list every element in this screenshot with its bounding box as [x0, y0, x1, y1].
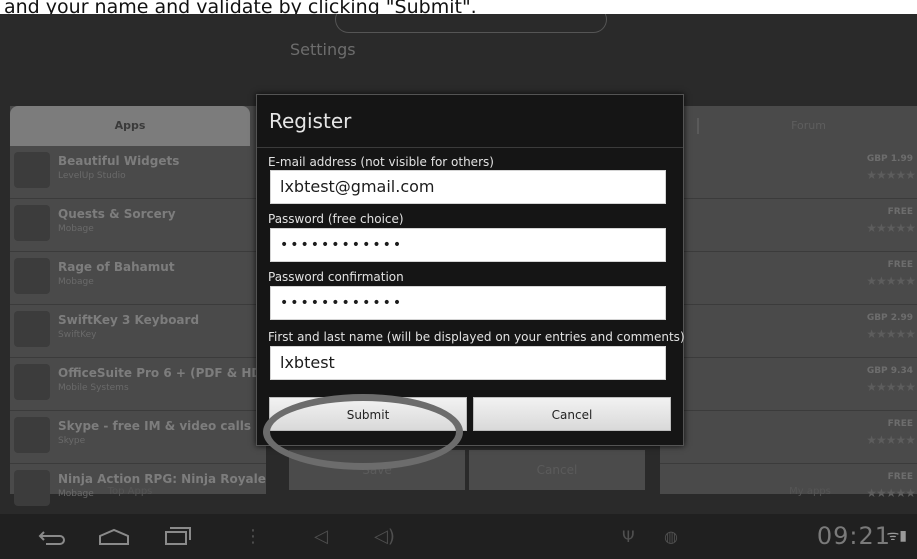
app-price: FREE [887, 419, 913, 429]
app-name: Skype - free IM & video calls [58, 419, 251, 433]
app-icon [14, 364, 50, 400]
price-row: GBP 9.34 ★★★★★ [660, 358, 917, 411]
app-name: Beautiful Widgets [58, 154, 180, 168]
clock: 09:21 [816, 522, 891, 550]
rating-stars-icon: ★★★★★ [866, 221, 916, 235]
app-price: FREE [887, 207, 913, 217]
app-name: SwiftKey 3 Keyboard [58, 313, 200, 327]
volume-up-icon[interactable]: ◁) [374, 514, 395, 559]
app-icon [14, 152, 50, 188]
rating-stars-icon: ★★★★★ [866, 486, 916, 500]
tab-divider [697, 118, 699, 134]
dialog-cancel-button[interactable]: Cancel [473, 397, 671, 431]
submit-button[interactable]: Submit [269, 397, 467, 431]
app-developer: SwiftKey [58, 330, 97, 340]
app-developer: Mobage [58, 224, 94, 234]
app-developer: Skype [58, 436, 86, 446]
rating-stars-icon: ★★★★★ [866, 274, 916, 288]
tab-my-apps[interactable]: My apps [760, 486, 860, 497]
app-price: GBP 2.99 [866, 313, 913, 323]
email-field[interactable]: lxbtest@gmail.com [270, 170, 666, 204]
password-label: Password (free choice) [268, 212, 404, 226]
app-price: FREE [887, 260, 913, 270]
android-icon: ◍ [664, 527, 678, 546]
rating-stars-icon: ★★★★★ [866, 433, 916, 447]
rating-stars-icon: ★★★★★ [866, 168, 916, 182]
price-list: GBP 1.99 ★★★★★ FREE ★★★★★ FREE ★★★★★ GBP… [660, 146, 917, 517]
tab-apps[interactable]: Apps [10, 106, 250, 146]
list-item[interactable]: OfficeSuite Pro 6 + (PDF & HD) Mobile Sy… [10, 358, 267, 411]
tab-forum[interactable]: Forum [700, 106, 917, 146]
password-confirm-label: Password confirmation [268, 270, 404, 284]
recent-apps-icon[interactable] [160, 514, 192, 559]
app-developer: Mobile Systems [58, 383, 129, 393]
app-name: Quests & Sorcery [58, 207, 176, 221]
price-row: FREE ★★★★★ [660, 252, 917, 305]
system-bar: ⋮ ◁ ◁) Ψ ◍ 09:21 ᯤ▮ [0, 514, 917, 559]
back-icon[interactable] [36, 514, 68, 559]
dialog-divider [257, 147, 683, 148]
list-item[interactable]: SwiftKey 3 Keyboard SwiftKey [10, 305, 266, 358]
volume-down-icon[interactable]: ◁ [314, 514, 328, 559]
app-developer: Mobage [58, 277, 94, 287]
price-row: FREE ★★★★★ [660, 411, 917, 464]
dialog-title: Register [269, 109, 352, 133]
menu-icon[interactable]: ⋮ [244, 514, 262, 559]
save-button[interactable]: Save [289, 450, 465, 490]
list-item[interactable]: Beautiful Widgets LevelUp Studio [10, 146, 266, 199]
app-icon [14, 311, 50, 347]
price-row: FREE ★★★★★ [660, 199, 917, 252]
list-item[interactable]: Rage of Bahamut Mobage [10, 252, 266, 305]
app-list: Beautiful Widgets LevelUp Studio Quests … [10, 146, 267, 517]
app-icon [14, 417, 50, 453]
app-developer: LevelUp Studio [58, 171, 126, 181]
usb-icon: Ψ [622, 527, 635, 546]
email-label: E-mail address (not visible for others) [268, 155, 494, 169]
dialog-buttons: Submit Cancel [269, 397, 671, 431]
app-icon [14, 470, 50, 506]
rating-stars-icon: ★★★★★ [866, 327, 916, 341]
tab-top-apps[interactable]: Top Apps [80, 486, 180, 497]
app-icon [14, 258, 50, 294]
rating-stars-icon: ★★★★★ [866, 380, 916, 394]
price-row: GBP 1.99 ★★★★★ [660, 146, 917, 199]
cancel-button[interactable]: Cancel [469, 450, 645, 490]
app-price: FREE [887, 472, 913, 482]
list-item[interactable]: Quests & Sorcery Mobage [10, 199, 266, 252]
tablet-screen: Settings Apps Beautiful Widgets LevelUp … [0, 14, 917, 559]
wifi-icon: ᯤ▮ [886, 528, 908, 544]
settings-title: Settings [290, 40, 356, 59]
app-price: GBP 1.99 [866, 154, 913, 164]
name-field[interactable]: lxbtest [270, 346, 666, 380]
home-icon[interactable] [96, 514, 132, 559]
name-label: First and last name (will be displayed o… [268, 330, 685, 344]
app-icon [14, 205, 50, 241]
list-item[interactable]: Skype - free IM & video calls Skype [10, 411, 266, 464]
password-field[interactable]: •••••••••••• [270, 228, 666, 262]
register-dialog: Register E-mail address (not visible for… [256, 94, 685, 446]
app-name: Rage of Bahamut [58, 260, 175, 274]
app-name: OfficeSuite Pro 6 + (PDF & HD) [58, 366, 267, 380]
app-name: Ninja Action RPG: Ninja Royale [58, 472, 266, 486]
price-row: GBP 2.99 ★★★★★ [660, 305, 917, 358]
password-confirm-field[interactable]: •••••••••••• [270, 286, 666, 320]
top-arc-decoration [335, 14, 607, 33]
app-price: GBP 9.34 [866, 366, 913, 376]
